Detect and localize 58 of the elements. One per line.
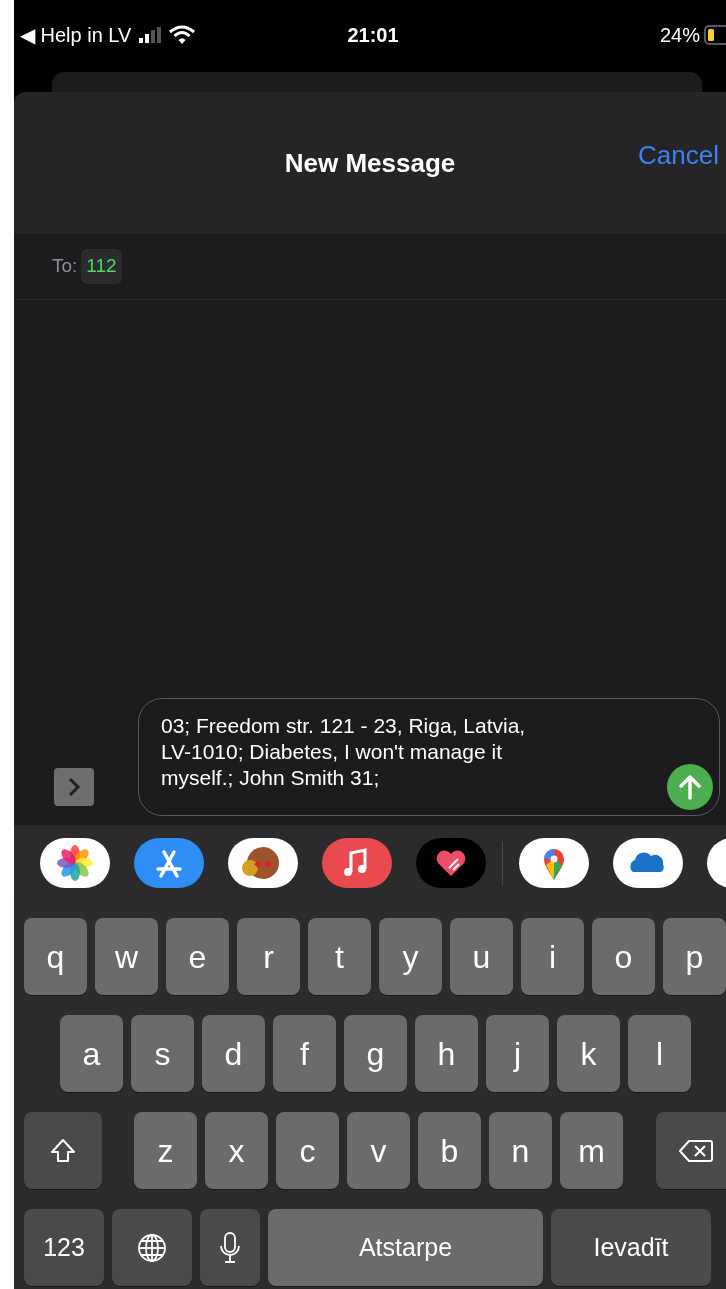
map-pin-icon[interactable] xyxy=(519,837,589,888)
backspace-icon xyxy=(679,1138,713,1163)
key[interactable]: a xyxy=(60,1015,123,1092)
key[interactable]: m xyxy=(560,1112,623,1189)
avatar-icon[interactable] xyxy=(228,837,298,888)
key[interactable]: i xyxy=(521,918,584,995)
photos-icon[interactable] xyxy=(40,837,110,888)
battery-icon xyxy=(704,25,726,45)
key[interactable]: u xyxy=(450,918,513,995)
numbers-key[interactable]: 123 xyxy=(24,1209,104,1286)
backspace-key[interactable] xyxy=(656,1112,726,1189)
cloud-icon[interactable] xyxy=(613,837,683,888)
key[interactable]: s xyxy=(131,1015,194,1092)
key[interactable]: y xyxy=(379,918,442,995)
cancel-button[interactable]: Cancel xyxy=(638,136,719,175)
shift-key[interactable] xyxy=(24,1112,102,1189)
key[interactable]: p xyxy=(663,918,726,995)
key[interactable]: j xyxy=(486,1015,549,1092)
key[interactable]: b xyxy=(418,1112,481,1189)
key[interactable]: x xyxy=(205,1112,268,1189)
chevron-icon xyxy=(67,777,81,797)
clock-time: 21:01 xyxy=(347,23,399,48)
key[interactable]: h xyxy=(415,1015,478,1092)
globe-key[interactable] xyxy=(112,1209,192,1286)
key[interactable]: q xyxy=(24,918,87,995)
key[interactable]: e xyxy=(166,918,229,995)
space-key[interactable]: Atstarpe xyxy=(268,1209,543,1286)
key[interactable]: w xyxy=(95,918,158,995)
key[interactable]: d xyxy=(202,1015,265,1092)
battery-percent: 24% xyxy=(659,23,700,48)
sheet-title: New Message xyxy=(284,146,456,180)
to-label: To: xyxy=(52,254,78,279)
key[interactable]: f xyxy=(273,1015,336,1092)
expand-button[interactable] xyxy=(54,768,94,806)
key[interactable]: t xyxy=(308,918,371,995)
key[interactable]: z xyxy=(134,1112,197,1189)
shift-icon xyxy=(49,1136,77,1165)
back-link[interactable]: ◀ Help in LV xyxy=(20,20,132,50)
key[interactable]: o xyxy=(592,918,655,995)
return-key[interactable]: Ievadīt xyxy=(551,1209,711,1286)
key[interactable]: k xyxy=(557,1015,620,1092)
recipient-chip[interactable]: 112 xyxy=(81,249,122,284)
mic-key[interactable] xyxy=(200,1209,260,1286)
music-note-icon[interactable] xyxy=(322,837,392,888)
send-button[interactable] xyxy=(667,764,713,810)
key[interactable]: l xyxy=(628,1015,691,1092)
globe-icon xyxy=(137,1232,167,1263)
signal-icon xyxy=(139,27,162,43)
key[interactable]: g xyxy=(344,1015,407,1092)
key[interactable]: v xyxy=(347,1112,410,1189)
app-store-icon[interactable] xyxy=(134,837,204,888)
wifi-icon xyxy=(169,25,196,45)
microphone-icon xyxy=(220,1231,240,1264)
message-field[interactable]: 03; Freedom str. 121 - 23, Riga, Latvia, LV-1010; Diabetes, I won't manage it myself.; John Smith 31; xyxy=(138,698,720,816)
key[interactable]: r xyxy=(237,918,300,995)
arrow-up-icon xyxy=(679,774,701,800)
key[interactable]: c xyxy=(276,1112,339,1189)
key[interactable]: n xyxy=(489,1112,552,1189)
